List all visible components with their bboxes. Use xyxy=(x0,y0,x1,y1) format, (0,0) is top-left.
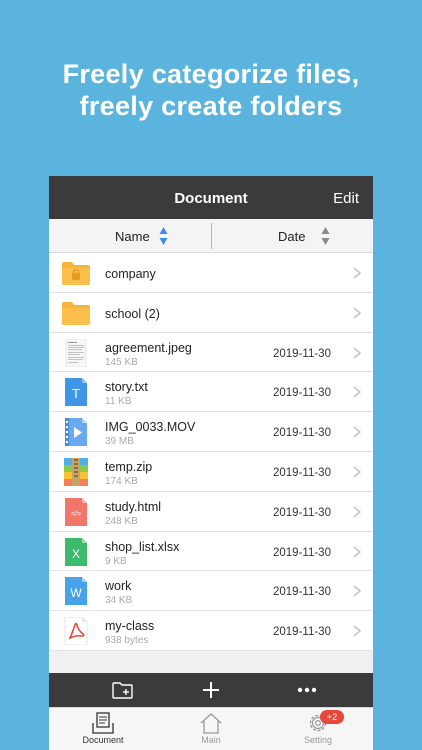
file-list: company school (2) agreement.jpeg 145 KB… xyxy=(49,253,373,651)
file-date: 2019-11-30 xyxy=(273,387,331,400)
document-tab-icon xyxy=(92,712,114,734)
word-file-icon: W xyxy=(65,577,87,606)
nav-bar: Document Edit xyxy=(49,176,373,219)
page-title: Document xyxy=(174,190,248,207)
file-name: IMG_0033.MOV xyxy=(105,420,196,435)
zip-file-icon xyxy=(64,457,88,486)
file-size: 248 KB xyxy=(105,515,138,527)
svg-text:W: W xyxy=(70,586,82,600)
file-name: study.html xyxy=(105,499,162,514)
chevron-right-icon xyxy=(353,267,361,279)
chevron-right-icon xyxy=(353,466,361,478)
image-file-icon xyxy=(65,338,87,367)
list-item[interactable]: IMG_0033.MOV 39 MB 2019-11-30 xyxy=(49,412,373,452)
file-date: 2019-11-30 xyxy=(273,546,331,559)
tab-document[interactable]: Document xyxy=(63,710,143,750)
chevron-right-icon xyxy=(353,307,361,319)
sort-arrows-icon[interactable] xyxy=(321,226,330,246)
file-date: 2019-11-30 xyxy=(273,347,331,360)
folder-icon xyxy=(62,301,90,325)
tab-setting[interactable]: Setting +2 xyxy=(278,710,358,750)
svg-text:</>: </> xyxy=(71,511,81,518)
chevron-right-icon xyxy=(353,585,361,597)
list-item[interactable]: </> study.html 248 KB 2019-11-30 xyxy=(49,491,373,532)
file-size: 145 KB xyxy=(105,356,138,368)
pdf-file-icon xyxy=(64,617,88,646)
file-name: shop_list.xlsx xyxy=(105,539,180,554)
sort-by-date-button[interactable]: Date xyxy=(278,229,305,244)
chevron-right-icon xyxy=(353,426,361,438)
tab-label: Setting xyxy=(303,735,333,745)
file-date: 2019-11-30 xyxy=(273,466,331,479)
file-size: 39 MB xyxy=(105,436,134,448)
headline: Freely categorize files, freely create f… xyxy=(0,58,422,122)
video-file-icon xyxy=(65,418,87,447)
list-item[interactable]: temp.zip 174 KB 2019-11-30 xyxy=(49,451,373,492)
headline-line-1: Freely categorize files, xyxy=(62,59,360,89)
list-empty-space xyxy=(49,651,373,673)
tab-label: Main xyxy=(201,735,221,745)
notification-badge: +2 xyxy=(320,710,344,724)
tab-main[interactable]: Main xyxy=(171,710,251,750)
sort-divider xyxy=(211,223,212,249)
file-name: my-class xyxy=(105,619,155,634)
file-name: school (2) xyxy=(105,306,160,321)
file-name: work xyxy=(105,579,132,594)
list-item[interactable]: T story.txt 11 KB 2019-11-30 xyxy=(49,372,373,413)
file-size: 938 bytes xyxy=(105,635,149,647)
chevron-right-icon xyxy=(353,546,361,558)
file-date: 2019-11-30 xyxy=(273,586,331,599)
file-date: 2019-11-30 xyxy=(273,427,331,440)
chevron-right-icon xyxy=(353,506,361,518)
list-item[interactable]: company xyxy=(49,253,373,293)
chevron-right-icon xyxy=(353,347,361,359)
locked-folder-icon xyxy=(62,262,90,285)
list-item[interactable]: X shop_list.xlsx 9 KB 2019-11-30 xyxy=(49,531,373,572)
list-item[interactable]: agreement.jpeg 145 KB 2019-11-30 xyxy=(49,332,373,373)
file-size: 11 KB xyxy=(105,396,132,408)
file-name: story.txt xyxy=(105,380,148,395)
chevron-right-icon xyxy=(353,386,361,398)
plus-icon[interactable] xyxy=(199,678,223,702)
bottom-toolbar xyxy=(49,673,373,707)
svg-text:X: X xyxy=(72,547,80,561)
file-name: company xyxy=(105,267,156,281)
text-file-icon: T xyxy=(65,378,87,407)
headline-line-2: freely create folders xyxy=(79,91,343,121)
more-icon[interactable] xyxy=(295,678,319,702)
edit-button[interactable]: Edit xyxy=(333,190,359,207)
tab-label: Document xyxy=(82,735,124,745)
file-name: temp.zip xyxy=(105,459,153,474)
list-item[interactable]: school (2) xyxy=(49,292,373,333)
list-item[interactable]: W work 34 KB 2019-11-30 xyxy=(49,571,373,612)
sort-by-name-button[interactable]: Name xyxy=(115,229,150,244)
file-date: 2019-11-30 xyxy=(273,506,331,519)
sort-bar: Name Date xyxy=(49,219,373,253)
file-name: agreement.jpeg xyxy=(105,340,192,355)
file-size: 174 KB xyxy=(105,475,138,487)
phone-screen: Document Edit Name Date company school (… xyxy=(49,176,373,750)
list-item[interactable]: my-class 938 bytes 2019-11-30 xyxy=(49,611,373,651)
file-size: 9 KB xyxy=(105,555,127,567)
tab-bar: Document Main Setting +2 xyxy=(49,707,373,750)
html-file-icon: </> xyxy=(65,497,87,526)
sort-arrows-icon[interactable] xyxy=(159,226,168,246)
svg-text:T: T xyxy=(72,386,80,401)
excel-file-icon: X xyxy=(65,537,87,566)
home-icon xyxy=(200,713,222,734)
chevron-right-icon xyxy=(353,625,361,637)
file-date: 2019-11-30 xyxy=(273,626,331,639)
new-folder-icon[interactable] xyxy=(111,678,135,702)
file-size: 34 KB xyxy=(105,595,133,607)
